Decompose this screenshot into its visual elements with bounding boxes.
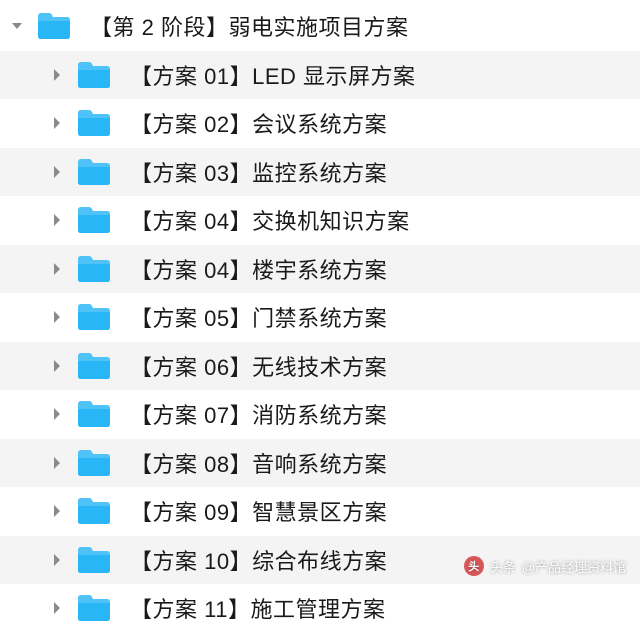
chevron-right-icon[interactable]: [48, 502, 66, 520]
folder-icon: [76, 590, 112, 626]
tree-row-label: 【方案 04】楼宇系统方案: [130, 253, 387, 285]
tree-row[interactable]: 【方案 04】楼宇系统方案: [0, 245, 640, 294]
watermark: 头 头条 @产品经理资料馆: [464, 556, 626, 576]
chevron-right-icon[interactable]: [48, 599, 66, 617]
chevron-right-icon[interactable]: [48, 308, 66, 326]
tree-row-label: 【方案 02】会议系统方案: [130, 107, 387, 139]
folder-icon: [76, 396, 112, 432]
folder-icon: [76, 542, 112, 578]
tree-row[interactable]: 【方案 07】消防系统方案: [0, 390, 640, 439]
folder-icon: [36, 8, 72, 44]
chevron-right-icon[interactable]: [48, 357, 66, 375]
chevron-right-icon[interactable]: [48, 551, 66, 569]
chevron-right-icon[interactable]: [48, 405, 66, 423]
folder-icon: [76, 493, 112, 529]
chevron-right-icon[interactable]: [48, 114, 66, 132]
tree-row-root[interactable]: 【第 2 阶段】弱电实施项目方案: [0, 2, 640, 51]
folder-icon: [76, 105, 112, 141]
folder-icon: [76, 154, 112, 190]
folder-icon: [76, 445, 112, 481]
tree-row-label: 【方案 09】智慧景区方案: [130, 495, 387, 527]
chevron-down-icon[interactable]: [8, 17, 26, 35]
folder-tree: 【第 2 阶段】弱电实施项目方案 【方案 01】LED 显示屏方案 【方案 02…: [0, 0, 640, 633]
tree-row-label: 【方案 10】综合布线方案: [130, 544, 387, 576]
folder-icon: [76, 251, 112, 287]
folder-icon: [76, 202, 112, 238]
tree-row-label: 【方案 07】消防系统方案: [130, 398, 387, 430]
tree-row[interactable]: 【方案 02】会议系统方案: [0, 99, 640, 148]
chevron-right-icon[interactable]: [48, 211, 66, 229]
tree-row[interactable]: 【方案 03】监控系统方案: [0, 148, 640, 197]
tree-row[interactable]: 【方案 11】施工管理方案: [0, 584, 640, 633]
tree-row-label: 【方案 06】无线技术方案: [130, 350, 387, 382]
tree-row-label: 【方案 11】施工管理方案: [130, 592, 385, 624]
tree-row[interactable]: 【方案 09】智慧景区方案: [0, 487, 640, 536]
chevron-right-icon[interactable]: [48, 66, 66, 84]
chevron-right-icon[interactable]: [48, 454, 66, 472]
watermark-prefix: 头条: [490, 557, 516, 576]
folder-icon: [76, 348, 112, 384]
watermark-handle: @产品经理资料馆: [522, 557, 626, 576]
tree-row-label: 【方案 05】门禁系统方案: [130, 301, 387, 333]
tree-row[interactable]: 【方案 04】交换机知识方案: [0, 196, 640, 245]
tree-row-label: 【方案 01】LED 显示屏方案: [130, 59, 416, 91]
tree-row-label: 【方案 08】音响系统方案: [130, 447, 387, 479]
tree-row[interactable]: 【方案 01】LED 显示屏方案: [0, 51, 640, 100]
tree-row-label: 【第 2 阶段】弱电实施项目方案: [90, 10, 408, 42]
tree-row[interactable]: 【方案 06】无线技术方案: [0, 342, 640, 391]
chevron-right-icon[interactable]: [48, 260, 66, 278]
tree-row-label: 【方案 04】交换机知识方案: [130, 204, 410, 236]
tree-row-label: 【方案 03】监控系统方案: [130, 156, 387, 188]
tree-row[interactable]: 【方案 05】门禁系统方案: [0, 293, 640, 342]
tree-row[interactable]: 【方案 08】音响系统方案: [0, 439, 640, 488]
folder-icon: [76, 57, 112, 93]
folder-icon: [76, 299, 112, 335]
chevron-right-icon[interactable]: [48, 163, 66, 181]
toutiao-logo-icon: 头: [464, 556, 484, 576]
